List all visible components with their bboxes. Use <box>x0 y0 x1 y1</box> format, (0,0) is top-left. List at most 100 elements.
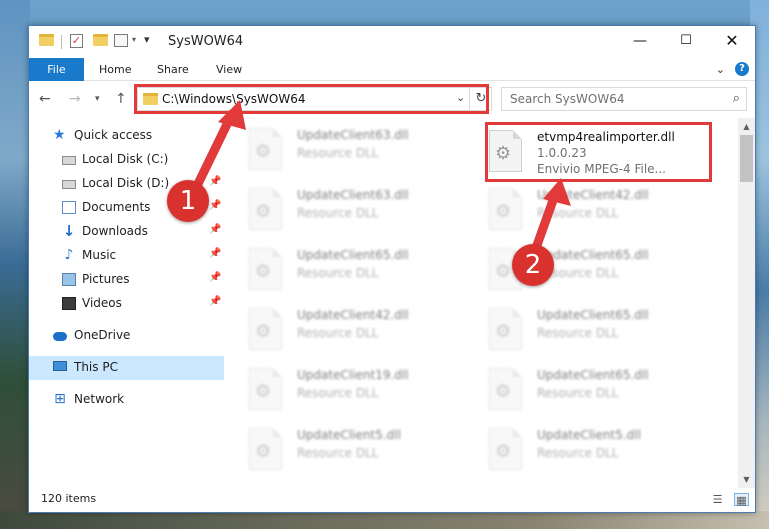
file-type: Resource DLL <box>297 446 379 460</box>
gear-icon: ⚙ <box>255 441 272 462</box>
pictures-icon <box>62 273 76 286</box>
sidebar-item-label: Network <box>74 392 125 406</box>
file-type: Resource DLL <box>537 206 619 220</box>
sidebar-item-this-pc[interactable]: This PC <box>29 356 224 380</box>
minimize-button[interactable]: — <box>617 26 663 58</box>
close-button[interactable]: ✕ <box>709 26 755 58</box>
file-name: UpdateClient65.dll <box>537 248 649 262</box>
forward-button[interactable]: → <box>69 91 81 107</box>
scroll-down-arrow-icon[interactable]: ▼ <box>738 471 755 488</box>
network-icon: ⊞ <box>54 391 66 407</box>
dll-file-icon: ⚙ <box>489 428 522 470</box>
new-folder-icon[interactable] <box>93 34 108 46</box>
customize-view-icon[interactable] <box>114 34 128 47</box>
dll-file-icon: ⚙ <box>249 428 282 470</box>
file-tile[interactable]: ⚙ UpdateClient42.dll Resource DLL <box>229 302 459 360</box>
gear-icon: ⚙ <box>495 441 512 462</box>
sidebar-item-onedrive[interactable]: OneDrive <box>29 324 224 348</box>
pin-icon[interactable]: 📌 <box>209 272 221 283</box>
gear-icon: ⚙ <box>255 201 272 222</box>
file-highlight <box>485 122 712 182</box>
gear-icon: ⚙ <box>495 321 512 342</box>
quick-access-toolbar-dropdown-icon[interactable]: ▾ <box>144 33 150 49</box>
large-icons-view-icon[interactable]: ▦ <box>734 493 749 507</box>
sidebar-item-music[interactable]: ♪ Music 📌 <box>29 244 224 268</box>
step-1-badge: 1 <box>167 180 209 222</box>
tab-share[interactable]: Share <box>157 58 189 81</box>
file-tile[interactable]: ⚙ UpdateClient63.dll Resource DLL <box>229 122 459 180</box>
sidebar-item-downloads[interactable]: ↓ Downloads 📌 <box>29 220 224 244</box>
file-tile[interactable]: ⚙ UpdateClient65.dll Resource DLL <box>469 242 699 300</box>
drive-icon <box>62 180 76 189</box>
pin-icon[interactable]: 📌 <box>209 200 221 211</box>
sidebar-item-label: This PC <box>74 360 118 374</box>
tab-view[interactable]: View <box>216 58 242 81</box>
gear-icon: ⚙ <box>495 201 512 222</box>
file-tile[interactable]: ⚙ UpdateClient42.dll Resource DLL <box>469 182 699 240</box>
sidebar-item-quick-access[interactable]: ★ Quick access <box>29 124 224 148</box>
file-type: Resource DLL <box>297 326 379 340</box>
file-name: UpdateClient5.dll <box>537 428 641 442</box>
file-tile[interactable]: ⚙ UpdateClient65.dll Resource DLL <box>229 242 459 300</box>
tab-home[interactable]: Home <box>99 58 131 81</box>
address-bar-highlight <box>134 84 489 114</box>
file-type: Resource DLL <box>537 326 619 340</box>
sidebar-item-label: Pictures <box>82 272 130 286</box>
expand-ribbon-icon[interactable]: ⌄ <box>716 63 725 76</box>
desktop-background-left <box>0 0 30 529</box>
file-name: UpdateClient65.dll <box>537 368 649 382</box>
pin-icon[interactable]: 📌 <box>209 224 221 235</box>
dll-file-icon: ⚙ <box>249 188 282 230</box>
up-button[interactable]: ↑ <box>115 91 127 107</box>
file-tile[interactable]: ⚙ UpdateClient63.dll Resource DLL <box>229 182 459 240</box>
file-type: Resource DLL <box>537 386 619 400</box>
sidebar-item-network[interactable]: ⊞ Network <box>29 388 224 412</box>
file-type: Resource DLL <box>297 386 379 400</box>
maximize-button[interactable]: ☐ <box>663 26 709 58</box>
search-box[interactable]: Search SysWOW64 ⌕ <box>501 87 747 111</box>
window-title: SysWOW64 <box>168 34 244 49</box>
properties-check-icon[interactable]: ✓ <box>70 34 83 48</box>
file-tile[interactable]: ⚙ UpdateClient5.dll Resource DLL <box>469 422 699 480</box>
details-view-icon[interactable]: ☰ <box>710 493 725 506</box>
sidebar-item-pictures[interactable]: Pictures 📌 <box>29 268 224 292</box>
tab-file[interactable]: File <box>29 58 84 81</box>
film-icon <box>62 297 76 310</box>
file-tile[interactable]: ⚙ UpdateClient5.dll Resource DLL <box>229 422 459 480</box>
search-icon[interactable]: ⌕ <box>733 91 740 106</box>
chevron-down-icon[interactable]: ▾ <box>132 35 136 51</box>
scroll-up-arrow-icon[interactable]: ▲ <box>738 118 755 135</box>
search-placeholder[interactable]: Search SysWOW64 <box>510 92 624 106</box>
file-name: UpdateClient65.dll <box>297 248 409 262</box>
sidebar-item-videos[interactable]: Videos 📌 <box>29 292 224 316</box>
back-button[interactable]: ← <box>39 91 51 107</box>
sidebar-item-label: OneDrive <box>74 328 131 342</box>
pin-icon[interactable]: 📌 <box>209 248 221 259</box>
sidebar-item-local-disk-c[interactable]: Local Disk (C:) <box>29 148 224 172</box>
computer-icon <box>53 361 67 371</box>
scroll-thumb[interactable] <box>740 135 753 182</box>
divider <box>61 35 62 49</box>
help-icon[interactable]: ? <box>735 62 749 76</box>
recent-locations-icon[interactable]: ▾ <box>95 94 100 104</box>
pin-icon[interactable]: 📌 <box>209 296 221 307</box>
file-tile[interactable]: ⚙ UpdateClient65.dll Resource DLL <box>469 302 699 360</box>
file-type: Resource DLL <box>537 446 619 460</box>
gear-icon: ⚙ <box>255 141 272 162</box>
gear-icon: ⚙ <box>495 261 512 282</box>
download-arrow-icon: ↓ <box>62 222 76 240</box>
gear-icon: ⚙ <box>255 321 272 342</box>
documents-icon <box>62 201 76 214</box>
vertical-scrollbar[interactable]: ▲ ▼ <box>738 118 755 488</box>
sidebar-item-label: Local Disk (C:) <box>82 152 169 166</box>
file-tile[interactable]: ⚙ UpdateClient65.dll Resource DLL <box>469 362 699 420</box>
pin-icon[interactable]: 📌 <box>209 176 221 187</box>
file-tile[interactable]: ⚙ UpdateClient19.dll Resource DLL <box>229 362 459 420</box>
desktop-background-bottom <box>0 511 769 529</box>
file-type: Resource DLL <box>297 146 379 160</box>
sidebar-item-label: Local Disk (D:) <box>82 176 170 190</box>
file-name: UpdateClient42.dll <box>537 188 649 202</box>
folder-icon[interactable] <box>39 34 54 46</box>
dll-file-icon: ⚙ <box>249 128 282 170</box>
file-name: UpdateClient63.dll <box>297 128 409 142</box>
